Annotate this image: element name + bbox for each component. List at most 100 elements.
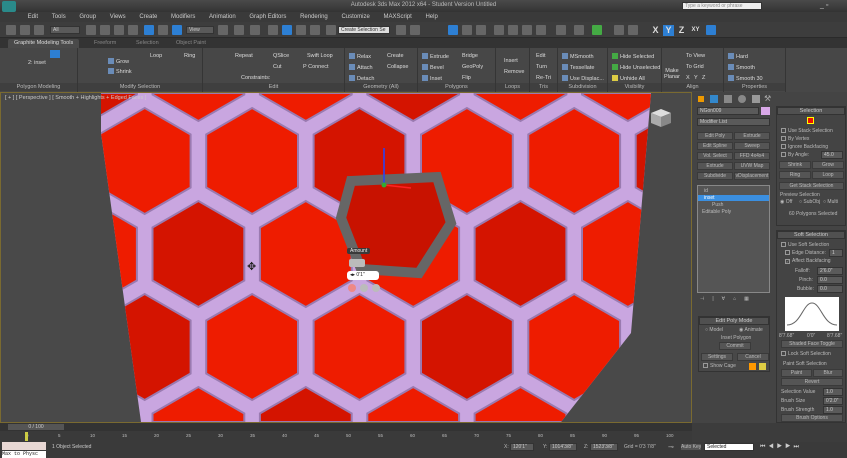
polygon-mode-icon[interactable] <box>50 50 60 58</box>
detach-button[interactable]: Detach <box>349 75 374 82</box>
menu-create[interactable]: Create <box>139 12 157 22</box>
mirror-icon[interactable] <box>396 25 406 35</box>
unlink-icon[interactable] <box>20 25 30 35</box>
render-teapot-icon[interactable] <box>536 25 546 35</box>
msmooth-button[interactable]: MSmooth <box>562 53 594 60</box>
bridge-button[interactable]: Bridge <box>462 53 478 59</box>
align-y-button[interactable]: Y <box>694 75 698 81</box>
hierarchy-tab-icon[interactable] <box>724 95 732 103</box>
stack-item[interactable]: Editable Poly <box>702 209 731 215</box>
loop-button[interactable]: Loop <box>812 171 844 179</box>
sweep-modifier-button[interactable]: Sweep <box>734 142 770 150</box>
loop-button[interactable]: Loop <box>150 53 162 59</box>
hexagon-face[interactable] <box>689 227 691 282</box>
object-color-swatch[interactable] <box>761 107 770 115</box>
flip-button[interactable]: Flip <box>462 75 471 81</box>
preview-multi-radio[interactable]: ○ Multi <box>823 199 838 205</box>
ring-button[interactable]: Ring <box>779 171 811 179</box>
model-radio[interactable]: ○ Model <box>705 327 723 333</box>
shrink-button[interactable]: Shrink <box>779 161 811 169</box>
snap-toggle-icon[interactable] <box>268 25 278 35</box>
rendered-frame-icon[interactable] <box>522 25 532 35</box>
preview-subobj-radio[interactable]: ○ SubObj <box>799 199 820 205</box>
rollout-header[interactable]: Edit Poly Mode <box>699 317 769 325</box>
menu-help[interactable]: Help <box>425 12 437 22</box>
hard-button[interactable]: Hard <box>728 53 748 60</box>
hide-unselected-button[interactable]: Hide Unselected <box>612 64 660 71</box>
paint-button[interactable]: Paint <box>781 369 812 377</box>
cage-selected-color-swatch[interactable] <box>759 363 766 370</box>
y-coordinate-field[interactable]: 1014'3/8" <box>549 443 577 451</box>
rect-selection-icon[interactable] <box>114 25 124 35</box>
extrude-modifier-button[interactable]: Extrude <box>734 132 770 140</box>
to-grid-button[interactable]: To Grid <box>686 64 704 70</box>
time-slider[interactable]: 0 / 100 <box>0 423 692 431</box>
brush-icon[interactable] <box>628 25 638 35</box>
revert-button[interactable]: Revert <box>781 378 843 386</box>
group-label[interactable]: Polygon Modeling <box>0 83 77 91</box>
repeat-button[interactable]: Repeat <box>235 53 253 59</box>
menu-animation[interactable]: Animation <box>209 12 236 22</box>
commit-button[interactable]: Commit <box>719 342 751 350</box>
use-displacement-button[interactable]: Use Displac... <box>562 75 604 82</box>
percent-snap-icon[interactable] <box>296 25 306 35</box>
material-editor-icon[interactable] <box>494 25 504 35</box>
inset-button[interactable]: Inset <box>422 75 442 82</box>
make-planar-button[interactable]: Make Planar <box>664 68 680 80</box>
ffd-modifier-button[interactable]: FFD 4x4x4 <box>734 152 770 160</box>
subdivide-modifier-button[interactable]: Subdivide <box>697 172 733 180</box>
uvw-map-modifier-button[interactable]: UVW Map <box>734 162 770 170</box>
subobject-mode[interactable]: 2: inset <box>28 60 46 66</box>
reference-coordinate-dropdown[interactable]: View <box>186 26 214 34</box>
object-name-field[interactable]: NGon009 <box>697 107 759 115</box>
utilities-tab-icon[interactable]: ⚒ <box>764 95 772 103</box>
retri-button[interactable]: Re-Tri <box>536 75 551 81</box>
vdisplacement-modifier-button[interactable]: vDisplacement <box>734 172 770 180</box>
menu-group[interactable]: Group <box>79 12 96 22</box>
xyz-transform-icon[interactable] <box>556 25 566 35</box>
brush-size-field[interactable]: 0'2.0" <box>823 397 843 405</box>
pivot-center-icon[interactable] <box>218 25 228 35</box>
brush-strength-field[interactable]: 1.0 <box>823 406 843 414</box>
to-view-button[interactable]: To View <box>686 53 705 59</box>
ring-button[interactable]: Ring <box>184 53 195 59</box>
select-by-name-icon[interactable] <box>100 25 110 35</box>
cage-color-swatch[interactable] <box>749 363 756 370</box>
group-label[interactable]: Geometry (All) <box>345 83 417 91</box>
rotate-icon[interactable] <box>158 25 168 35</box>
get-stack-selection-button[interactable]: Get Stack Selection <box>779 182 844 190</box>
bind-spacewarp-icon[interactable] <box>34 25 44 35</box>
edit-named-selection-icon[interactable] <box>326 25 336 35</box>
key-icon[interactable]: ⊸ <box>668 444 674 452</box>
group-label[interactable]: Subdivision <box>558 83 607 91</box>
collapse-button[interactable]: Collapse <box>387 64 408 70</box>
affect-backfacing-checkbox[interactable]: ✓ Affect Backfacing <box>785 258 831 264</box>
align-z-button[interactable]: Z <box>702 75 705 81</box>
caddy-mode-dropdown[interactable] <box>349 259 365 267</box>
use-stack-selection-checkbox[interactable]: Use Stack Selection <box>781 128 833 134</box>
relax-button[interactable]: Relax <box>349 53 371 60</box>
motion-tab-icon[interactable] <box>738 95 746 103</box>
hexagon-mesh[interactable] <box>1 93 691 422</box>
axis-z-button[interactable]: Z <box>676 25 687 36</box>
qslice-button[interactable]: QSlice <box>273 53 289 59</box>
extrude2-modifier-button[interactable]: Extrude <box>697 162 733 170</box>
preview-off-radio[interactable]: ◉ Off <box>780 199 792 205</box>
axis-x-button[interactable]: X <box>650 25 661 36</box>
tab-object-paint[interactable]: Object Paint <box>170 39 212 48</box>
menu-rendering[interactable]: Rendering <box>300 12 328 22</box>
caddy-cancel-icon[interactable] <box>372 284 380 292</box>
pinch-field[interactable]: 0.0 <box>817 276 843 284</box>
group-label[interactable]: Properties <box>724 83 785 91</box>
cut-button[interactable]: Cut <box>273 64 282 70</box>
extrude-button[interactable]: Extrude <box>422 53 449 60</box>
keyboard-shortcut-icon[interactable] <box>250 25 260 35</box>
cancel-button[interactable]: Cancel <box>737 353 769 361</box>
by-angle-checkbox[interactable]: By Angle: <box>781 152 809 158</box>
selection-filter-dropdown[interactable]: All <box>50 26 80 34</box>
tab-freeform[interactable]: Freeform <box>88 39 122 48</box>
remove-loop-button[interactable]: Remove <box>504 69 524 75</box>
align-icon[interactable] <box>410 25 420 35</box>
p-connect-button[interactable]: P Connect <box>303 64 329 70</box>
spinner-snap-icon[interactable] <box>310 25 320 35</box>
